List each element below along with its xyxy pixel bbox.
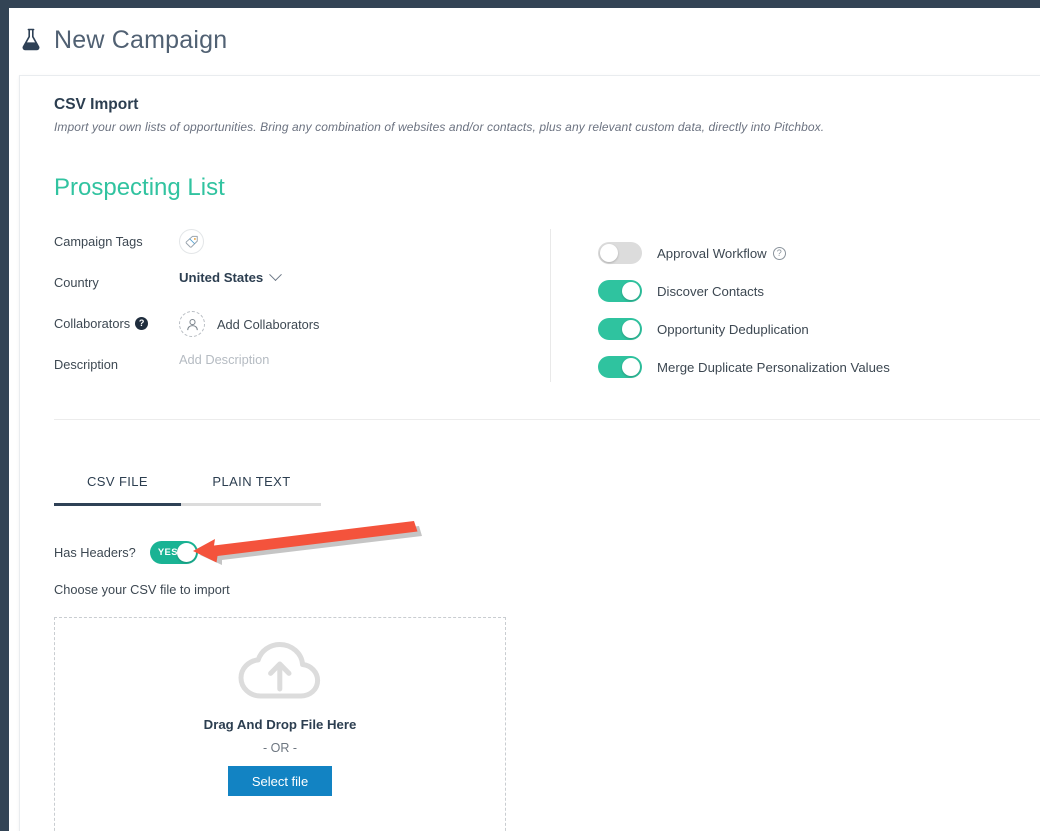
tab-csv-file[interactable]: CSV FILE xyxy=(54,474,181,503)
field-row-country: Country United States xyxy=(54,268,534,311)
card-subtitle: Import your own lists of opportunities. … xyxy=(54,120,825,134)
tab-plain-text[interactable]: PLAIN TEXT xyxy=(181,474,322,503)
campaign-settings-form: Campaign Tags Country United States Coll… xyxy=(54,229,534,393)
tag-icon[interactable] xyxy=(179,229,204,254)
file-dropzone[interactable]: Drag And Drop File Here - OR - Select fi… xyxy=(54,617,506,831)
left-nav-rail xyxy=(0,8,9,831)
opportunity-deduplication-toggle[interactable] xyxy=(598,318,642,340)
toggle-row-approval-workflow: Approval Workflow ? xyxy=(598,234,890,272)
csv-import-card: CSV Import Import your own lists of oppo… xyxy=(19,75,1040,831)
toggle-knob xyxy=(622,358,640,376)
toggle-row-opportunity-deduplication: Opportunity Deduplication xyxy=(598,310,890,348)
field-row-campaign-tags: Campaign Tags xyxy=(54,229,534,270)
approval-workflow-toggle[interactable] xyxy=(598,242,642,264)
country-value: United States xyxy=(179,270,264,285)
has-headers-label: Has Headers? xyxy=(54,545,136,560)
has-headers-row: Has Headers? YES xyxy=(54,541,198,564)
column-divider xyxy=(550,229,551,382)
campaign-options-toggles: Approval Workflow ? Discover Contacts Op… xyxy=(598,234,890,386)
toggle-row-discover-contacts: Discover Contacts xyxy=(598,272,890,310)
has-headers-toggle[interactable]: YES xyxy=(149,541,198,564)
import-source-tabs: CSV FILE PLAIN TEXT xyxy=(54,474,356,506)
card-title: CSV Import xyxy=(54,96,139,113)
user-avatar-icon xyxy=(179,311,205,337)
dropzone-title: Drag And Drop File Here xyxy=(203,717,357,732)
collaborators-label: Collaborators ? xyxy=(54,316,149,331)
help-icon[interactable]: ? xyxy=(772,246,786,260)
help-icon[interactable]: ? xyxy=(135,317,149,330)
flask-icon xyxy=(20,27,42,53)
approval-workflow-label: Approval Workflow ? xyxy=(657,246,786,261)
choose-file-label: Choose your CSV file to import xyxy=(54,582,230,597)
description-placeholder: Add Description xyxy=(179,352,270,367)
chevron-down-icon xyxy=(269,268,283,282)
campaign-tags-label: Campaign Tags xyxy=(54,234,143,249)
toggle-knob xyxy=(622,282,640,300)
discover-contacts-toggle[interactable] xyxy=(598,280,642,302)
tab-underline-track xyxy=(54,503,321,506)
dropzone-or: - OR - xyxy=(262,741,298,755)
page-header: New Campaign xyxy=(9,8,1040,72)
section-divider xyxy=(54,419,1040,420)
section-title-prospecting-list: Prospecting List xyxy=(54,174,225,201)
select-file-button[interactable]: Select file xyxy=(228,766,332,796)
country-select[interactable]: United States xyxy=(179,268,283,285)
opportunity-deduplication-label: Opportunity Deduplication xyxy=(657,321,809,337)
discover-contacts-label: Discover Contacts xyxy=(657,283,765,299)
toggle-knob xyxy=(622,320,640,338)
cloud-upload-icon xyxy=(238,642,322,709)
campaign-tags-value[interactable] xyxy=(179,229,204,254)
add-collaborators-control[interactable]: Add Collaborators xyxy=(179,311,319,337)
merge-duplicate-personalization-label: Merge Duplicate Personalization Values xyxy=(657,359,890,375)
toggle-knob xyxy=(600,244,618,262)
toggle-knob xyxy=(176,543,196,562)
top-chrome-bar xyxy=(0,0,1040,8)
app-root: New Campaign CSV Import Import your own … xyxy=(0,0,1040,831)
description-input[interactable]: Add Description xyxy=(179,352,269,367)
add-collaborators-label: Add Collaborators xyxy=(217,316,320,332)
merge-duplicate-personalization-toggle[interactable] xyxy=(598,356,642,378)
field-row-description: Description Add Description xyxy=(54,352,534,393)
toggle-row-merge-duplicate-personalization-values: Merge Duplicate Personalization Values xyxy=(598,348,890,386)
has-headers-toggle-text: YES xyxy=(157,547,179,558)
page-title: New Campaign xyxy=(54,25,228,54)
description-label: Description xyxy=(54,357,119,372)
tab-active-indicator xyxy=(54,503,181,506)
field-row-collaborators: Collaborators ? Add Collaborators xyxy=(54,311,534,352)
country-label: Country xyxy=(54,275,99,290)
